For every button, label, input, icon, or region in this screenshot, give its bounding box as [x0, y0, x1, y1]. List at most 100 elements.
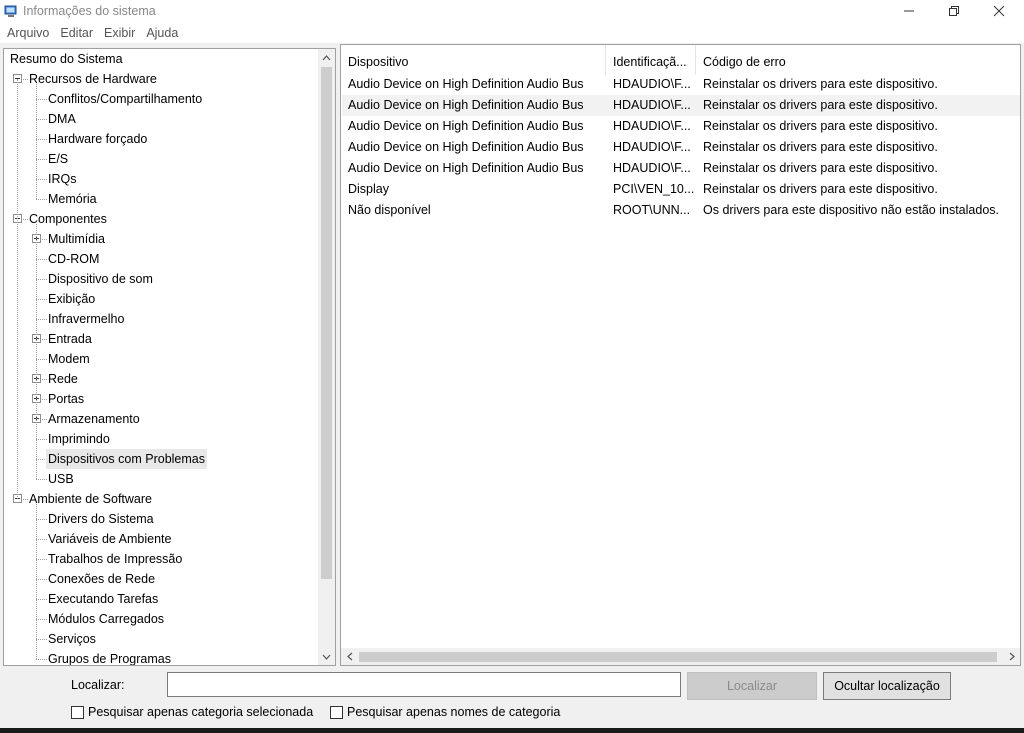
table-cell: Reinstalar os drivers para este disposit… [703, 98, 938, 112]
tree-item-label: IRQs [48, 172, 77, 186]
search-selected-category-checkbox[interactable]: Pesquisar apenas categoria selecionada [71, 705, 313, 719]
checkbox-box[interactable] [330, 705, 343, 719]
tree-item[interactable]: Trabalhos de Impressão [4, 549, 319, 569]
tree-item-label: Imprimindo [48, 432, 110, 446]
tree-item-label: Multimídia [48, 232, 105, 246]
tree-item[interactable]: Executando Tarefas [4, 589, 319, 609]
tree-item[interactable]: USB [4, 469, 319, 489]
tree-item-label: CD-ROM [48, 252, 100, 266]
tree-item[interactable]: Exibição [4, 289, 319, 309]
tree-item[interactable]: Dispositivos com Problemas [4, 449, 319, 469]
table-cell: HDAUDIO\F... [613, 119, 691, 133]
minimize-button[interactable] [886, 0, 932, 22]
list-header: Dispositivo Identificaçã... Código de er… [341, 45, 1020, 75]
table-cell: Audio Device on High Definition Audio Bu… [348, 98, 584, 112]
tree-item[interactable]: Memória [4, 189, 319, 209]
table-row[interactable]: Audio Device on High Definition Audio Bu… [342, 158, 1020, 179]
tree-item[interactable]: Componentes [4, 209, 319, 229]
tree-item-label: Dispositivos com Problemas [46, 449, 207, 469]
table-cell: Os drivers para este dispositivo não est… [703, 203, 999, 217]
table-row[interactable]: Audio Device on High Definition Audio Bu… [342, 116, 1020, 137]
table-row[interactable]: Não disponível ROOT\UNN... Os drivers para… [342, 200, 1020, 221]
column-header-dispositivo[interactable]: Dispositivo [341, 45, 606, 75]
scroll-left-button[interactable] [341, 648, 358, 665]
menu-ajuda[interactable]: Ajuda [142, 26, 182, 40]
device-list[interactable]: Dispositivo Identificaçã... Código de er… [340, 44, 1021, 666]
table-row[interactable]: Display PCI\VEN_10... Reinstalar os driver… [342, 179, 1020, 200]
tree-item-label: Dispositivo de som [48, 272, 153, 286]
table-cell: Reinstalar os drivers para este disposit… [703, 77, 938, 91]
tree-guide [17, 79, 18, 499]
minimize-icon [904, 10, 914, 12]
tree-item[interactable]: E/S [4, 149, 319, 169]
scroll-down-button[interactable] [318, 648, 335, 665]
restore-button[interactable] [931, 0, 977, 22]
tree-item-label: Grupos de Programas [48, 652, 171, 666]
table-cell: Audio Device on High Definition Audio Bu… [348, 161, 584, 175]
chevron-right-icon [1009, 652, 1015, 661]
list-scroll-thumb[interactable] [359, 652, 997, 662]
chevron-down-icon [322, 654, 331, 660]
menu-arquivo[interactable]: Arquivo [3, 26, 53, 40]
search-category-names-checkbox[interactable]: Pesquisar apenas nomes de categoria [330, 705, 560, 719]
scroll-up-button[interactable] [318, 49, 335, 66]
tree-item[interactable]: Imprimindo [4, 429, 319, 449]
hide-find-button[interactable]: Ocultar localização [823, 672, 951, 700]
tree-vertical-scrollbar[interactable] [318, 49, 335, 665]
tree-item[interactable]: Módulos Carregados [4, 609, 319, 629]
tree-item-label: Modem [48, 352, 90, 366]
tree-item-label: Conexões de Rede [48, 572, 156, 586]
tree-item[interactable]: Grupos de Programas [4, 649, 319, 666]
tree-item[interactable]: Dispositivo de som [4, 269, 319, 289]
find-input[interactable] [167, 672, 681, 697]
find-button[interactable]: Localizar [687, 672, 817, 700]
tree-item-label: Resumo do Sistema [10, 52, 123, 66]
tree-item-label: Drivers do Sistema [48, 512, 154, 526]
tree-item-label: Recursos de Hardware [29, 72, 157, 86]
tree-item[interactable]: Modem [4, 349, 319, 369]
tree-item[interactable]: Infravermelho [4, 309, 319, 329]
table-row[interactable]: Audio Device on High Definition Audio Bu… [342, 74, 1020, 95]
tree-item-label: E/S [48, 152, 69, 166]
tree-item[interactable]: Serviços [4, 629, 319, 649]
tree-item-label: Trabalhos de Impressão [48, 552, 183, 566]
scroll-right-button[interactable] [1003, 648, 1020, 665]
chevron-up-icon [322, 54, 331, 60]
system-info-icon [4, 5, 17, 17]
tree-item-label: Componentes [29, 212, 107, 226]
tree-item[interactable]: Resumo do Sistema [4, 49, 319, 69]
chevron-left-icon [346, 652, 352, 661]
table-row[interactable]: Audio Device on High Definition Audio Bu… [342, 95, 1020, 116]
tree-item[interactable]: Ambiente de Software [4, 489, 319, 509]
list-horizontal-scrollbar[interactable] [341, 648, 1020, 665]
category-tree[interactable]: Resumo do Sistema Recursos de Hardware Con… [3, 48, 336, 666]
tree-item-label: Infravermelho [48, 312, 125, 326]
checkbox-box[interactable] [71, 705, 84, 719]
tree-item[interactable]: Multimídia [4, 229, 319, 249]
close-button[interactable] [976, 0, 1022, 22]
column-header-identificacao[interactable]: Identificaçã... [606, 45, 696, 75]
tree-scroll-thumb[interactable] [321, 67, 332, 579]
table-cell: Reinstalar os drivers para este disposit… [703, 182, 938, 196]
tree-item-label: Ambiente de Software [29, 492, 152, 506]
tree-item[interactable]: Drivers do Sistema [4, 509, 319, 529]
tree-item[interactable]: IRQs [4, 169, 319, 189]
table-row[interactable]: Audio Device on High Definition Audio Bu… [342, 137, 1020, 158]
tree-item-label: Serviços [48, 632, 96, 646]
tree-item[interactable]: Entrada [4, 329, 319, 349]
tree-item[interactable]: Variáveis de Ambiente [4, 529, 319, 549]
menu-exibir[interactable]: Exibir [100, 26, 139, 40]
column-header-codigo-erro[interactable]: Código de erro [696, 45, 996, 75]
tree-item[interactable]: Armazenamento [4, 409, 319, 429]
tree-item[interactable]: Conflitos/Compartilhamento [4, 89, 319, 109]
tree-item[interactable]: Portas [4, 389, 319, 409]
tree-item[interactable]: DMA [4, 109, 319, 129]
table-cell: Reinstalar os drivers para este disposit… [703, 119, 938, 133]
tree-item[interactable]: Recursos de Hardware [4, 69, 319, 89]
tree-item[interactable]: Rede [4, 369, 319, 389]
table-cell: Reinstalar os drivers para este disposit… [703, 161, 938, 175]
tree-item[interactable]: Hardware forçado [4, 129, 319, 149]
menu-editar[interactable]: Editar [56, 26, 97, 40]
tree-item[interactable]: Conexões de Rede [4, 569, 319, 589]
tree-item[interactable]: CD-ROM [4, 249, 319, 269]
